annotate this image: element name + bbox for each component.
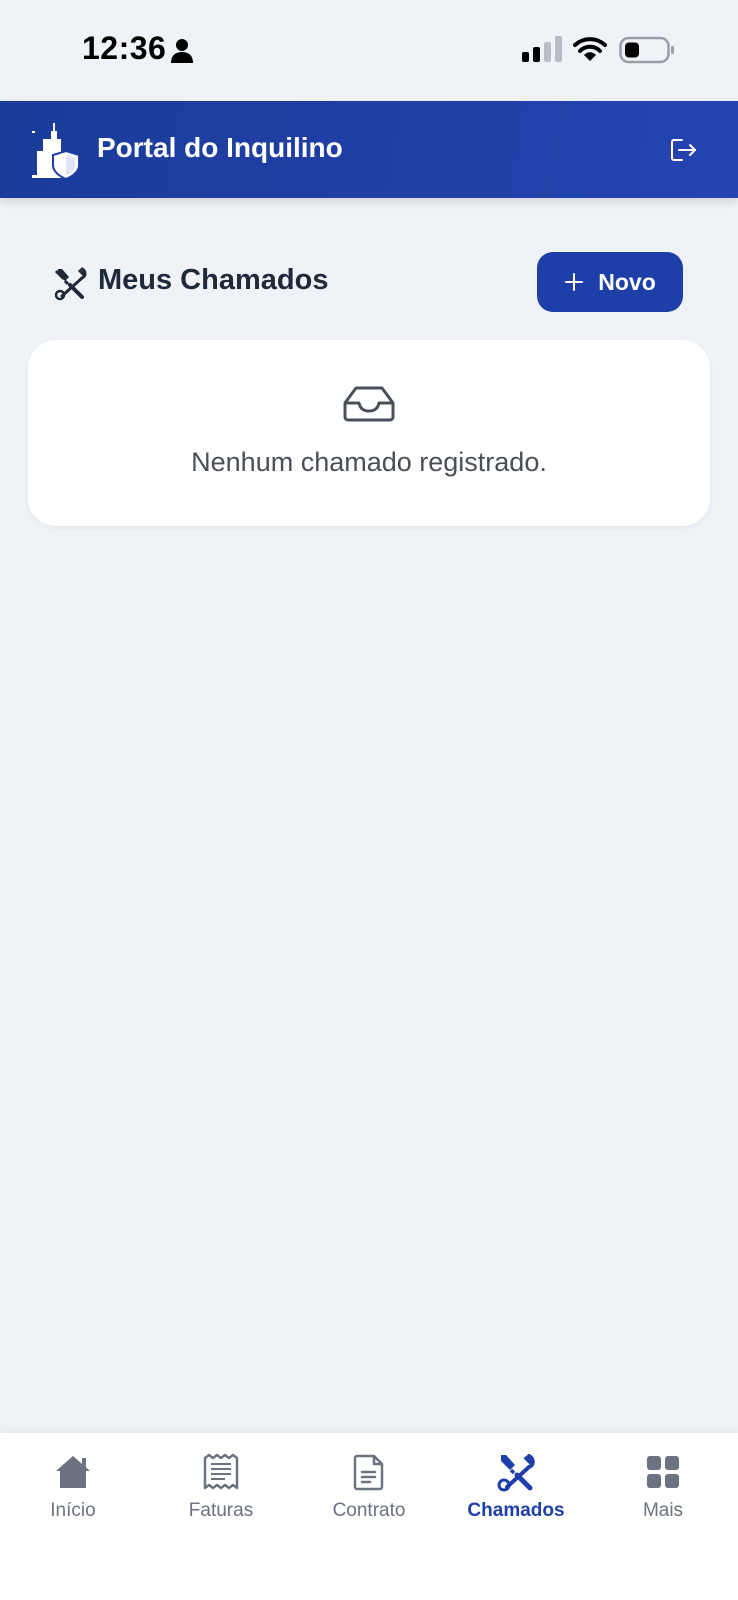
receipt-icon (203, 1453, 239, 1490)
nav-label: Início (50, 1500, 96, 1521)
nav-label: Mais (642, 1500, 684, 1521)
document-icon (353, 1454, 384, 1491)
logout-button[interactable] (664, 133, 704, 167)
tools-icon (54, 267, 87, 301)
section-title: Meus Chamados (98, 264, 329, 296)
nav-label: Contrato (332, 1500, 406, 1521)
app-header: Portal do Inquilino (0, 101, 738, 198)
status-bar: 12:36 (0, 0, 738, 101)
inbox-icon (343, 386, 395, 422)
plus-icon (565, 273, 584, 291)
nav-label: Faturas (188, 1500, 254, 1521)
home-icon (56, 1456, 90, 1488)
new-button-label: Novo (598, 268, 656, 295)
app-title: Portal do Inquilino (97, 132, 343, 163)
building-shield-icon (32, 123, 80, 179)
empty-state-message: Nenhum chamado registrado. (191, 447, 547, 477)
new-ticket-button[interactable]: Novo (537, 252, 683, 312)
grid-icon (647, 1456, 679, 1488)
empty-state-card: Nenhum chamado registrado. (28, 340, 710, 526)
bottom-nav: Início Faturas Contrato Chamados Mais (0, 1433, 738, 1600)
wifi-icon (573, 37, 607, 61)
cellular-signal-icon (522, 36, 562, 62)
nav-item-contrato[interactable]: Contrato (295, 1433, 443, 1533)
nav-item-inicio[interactable]: Início (0, 1433, 147, 1533)
tools-icon (497, 1454, 535, 1492)
nav-label: Chamados (467, 1500, 565, 1521)
status-time: 12:36 (82, 30, 167, 66)
nav-item-chamados[interactable]: Chamados (442, 1433, 590, 1533)
nav-item-faturas[interactable]: Faturas (147, 1433, 295, 1533)
nav-item-mais[interactable]: Mais (589, 1433, 737, 1533)
battery-icon (619, 36, 674, 64)
logout-icon (671, 139, 696, 161)
person-icon (171, 39, 193, 63)
